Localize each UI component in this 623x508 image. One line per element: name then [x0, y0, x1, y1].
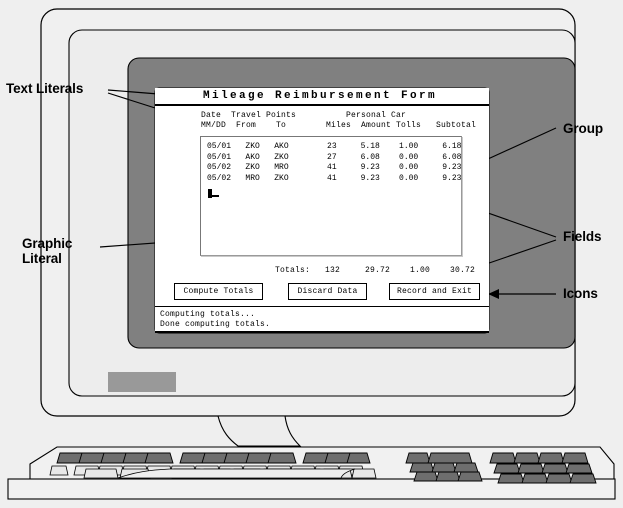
status-message-2: Done computing totals.: [160, 320, 271, 329]
totals-row: Totals: 132 29.72 1.00 30.72: [275, 266, 476, 275]
keyboard-function-row[interactable]: [56, 452, 371, 464]
annotation-label-text-literals: Text Literals: [6, 81, 84, 96]
discard-data-button[interactable]: Discard Data: [288, 283, 367, 300]
status-message-1: Computing totals...: [160, 310, 256, 319]
record-and-exit-button[interactable]: Record and Exit: [389, 283, 480, 300]
text-cursor-underline: [212, 195, 219, 197]
annotation-label-icons: Icons: [563, 286, 598, 301]
annotation-label-graphic-literal: Graphic Literal: [22, 236, 72, 266]
table-header-row-2: MM/DD From To Miles Amount Tolls Subtota…: [201, 121, 477, 130]
data-entry-group-box[interactable]: 05/01 ZKO AKO 23 5.18 1.00 6.18 05/01 AK…: [200, 136, 462, 256]
annotation-label-graphic-literal-line2: Literal: [22, 251, 62, 266]
screen-bottom-rule: [155, 331, 489, 333]
illustration-canvas: Text Literals Graphic Literal Group Field…: [0, 0, 623, 508]
data-rows[interactable]: 05/01 ZKO AKO 23 5.18 1.00 6.18 05/01 AK…: [207, 142, 461, 184]
table-header-row-1: Date Travel Points Personal Car: [201, 111, 407, 120]
page-title: Mileage Reimbursement Form: [203, 90, 438, 102]
compute-totals-button[interactable]: Compute Totals: [174, 283, 263, 300]
spacebar[interactable]: [117, 468, 356, 479]
annotation-label-graphic-literal-line1: Graphic: [22, 236, 73, 251]
annotation-label-group: Group: [563, 121, 603, 136]
terminal-screen: Mileage Reimbursement Form Date Travel P…: [155, 88, 489, 333]
monitor-badge: [108, 372, 176, 392]
message-area-separator: [155, 306, 489, 307]
annotation-label-fields: Fields: [563, 229, 602, 244]
keyboard-edit-cluster[interactable]: [405, 452, 483, 482]
